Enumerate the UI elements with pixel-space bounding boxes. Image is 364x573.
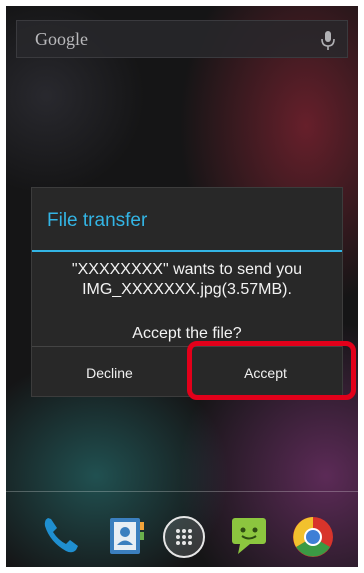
home-screen: Google File transfer "XXXXXXXX" wants to… xyxy=(6,6,358,567)
accept-highlight-box xyxy=(187,341,356,400)
messaging-icon[interactable] xyxy=(224,510,274,560)
dialog-message: "XXXXXXXX" wants to send you IMG_XXXXXXX… xyxy=(42,260,332,300)
message-line-1: "XXXXXXXX" wants to send you xyxy=(71,261,303,278)
message-line-2: IMG_XXXXXXX.jpg(3.57MB). xyxy=(82,281,292,298)
google-label: Google xyxy=(35,29,88,49)
dock-divider xyxy=(6,491,358,492)
favorites-dock xyxy=(6,506,358,566)
dialog-title: File transfer xyxy=(47,210,148,231)
app-drawer-icon[interactable] xyxy=(159,510,209,560)
mic-icon[interactable] xyxy=(315,27,341,53)
phone-icon[interactable] xyxy=(36,510,86,560)
title-divider xyxy=(32,250,342,252)
google-search-bar[interactable]: Google xyxy=(16,20,348,58)
device-frame: Google File transfer "XXXXXXXX" wants to… xyxy=(0,0,364,573)
decline-button[interactable]: Decline xyxy=(32,347,187,398)
contacts-icon[interactable] xyxy=(101,510,151,560)
chrome-icon[interactable] xyxy=(288,510,338,560)
